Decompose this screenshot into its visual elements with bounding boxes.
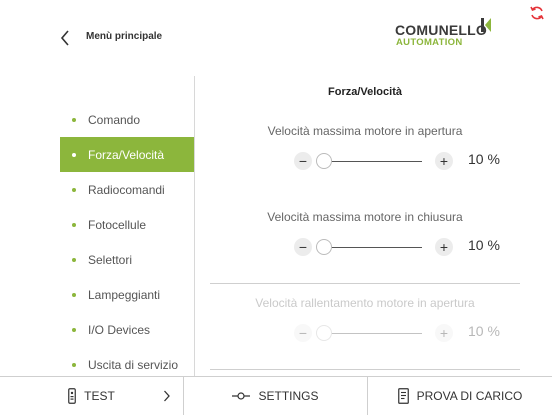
slider-track[interactable]	[324, 247, 422, 248]
slider-thumb[interactable]	[316, 239, 332, 255]
decrease-button[interactable]: −	[294, 152, 312, 170]
sidebar-item-forza-velocita[interactable]: Forza/Velocità	[60, 137, 194, 172]
logo-mark-icon	[481, 18, 491, 32]
setting-label: Velocità massima motore in chiusura	[267, 210, 463, 224]
section-divider	[210, 369, 520, 370]
test-tab[interactable]: TEST	[0, 377, 184, 415]
sidebar-item-label: Radiocomandi	[88, 182, 165, 197]
setting-value: 10 %	[468, 151, 500, 167]
sidebar-item-fotocellule[interactable]: Fotocellule	[60, 207, 194, 242]
remote-control-icon	[68, 388, 77, 404]
load-test-label: PROVA DI CARICO	[416, 389, 523, 403]
increase-button[interactable]: +	[435, 238, 453, 256]
test-label: TEST	[84, 389, 115, 403]
logo-sub: AUTOMATION	[396, 37, 463, 48]
sidebar-item-label: Lampeggianti	[88, 287, 161, 302]
decrease-button[interactable]: −	[294, 324, 312, 342]
sidebar-item-selettori[interactable]: Selettori	[60, 242, 194, 277]
sidebar-item-lampeggianti[interactable]: Lampeggianti	[60, 277, 194, 312]
setting-value: 10 %	[468, 237, 500, 253]
slider-track[interactable]	[324, 161, 422, 162]
setting-max-speed-closing: Velocità massima motore in chiusura − + …	[210, 210, 520, 256]
speed-slider-control: − + 10 %	[210, 236, 520, 260]
bullet-icon	[72, 187, 76, 192]
logo-word: COMUNELLO	[395, 22, 488, 38]
chevron-right-icon	[163, 389, 171, 406]
bullet-icon	[72, 152, 76, 157]
bullet-icon	[72, 327, 76, 332]
sidebar-item-label: Selettori	[88, 252, 133, 267]
settings-label: SETTINGS	[258, 389, 319, 403]
back-title[interactable]: Menù principale	[86, 31, 162, 42]
bullet-icon	[72, 117, 76, 122]
slider-track[interactable]	[324, 333, 422, 334]
sidebar-divider	[194, 76, 195, 376]
settings-tab[interactable]: SETTINGS	[184, 377, 368, 415]
speed-slider-control: − + 10 %	[210, 322, 520, 346]
back-chevron-icon[interactable]	[56, 28, 76, 48]
sidebar-item-label: Forza/Velocità	[88, 147, 165, 162]
setting-slowdown-speed-opening: Velocità rallentamento motore in apertur…	[210, 296, 520, 342]
decrease-button[interactable]: −	[294, 238, 312, 256]
setting-value: 10 %	[468, 323, 500, 339]
bullet-icon	[72, 257, 76, 262]
setting-max-speed-opening: Velocità massima motore in apertura − + …	[210, 124, 520, 170]
sidebar-item-label: Uscita di servizio	[88, 357, 179, 372]
sidebar-item-label: Comando	[88, 112, 141, 127]
bullet-icon	[72, 292, 76, 297]
load-test-tab[interactable]: PROVA DI CARICO	[368, 377, 552, 415]
sidebar-item-radiocomandi[interactable]: Radiocomandi	[60, 172, 194, 207]
sync-icon[interactable]	[529, 5, 545, 21]
slider-thumb[interactable]	[316, 153, 332, 169]
setting-label: Velocità massima motore in apertura	[267, 124, 463, 138]
increase-button[interactable]: +	[435, 324, 453, 342]
slider-thumb[interactable]	[316, 325, 332, 341]
increase-button[interactable]: +	[435, 152, 453, 170]
bullet-icon	[72, 362, 76, 367]
bullet-icon	[72, 222, 76, 227]
sidebar-item-comando[interactable]: Comando	[60, 102, 194, 137]
speed-slider-control: − + 10 %	[210, 150, 520, 174]
bottom-toolbar: TEST SETTINGS PROVA DI CARICO	[0, 376, 552, 415]
sidebar-item-label: Fotocellule	[88, 217, 147, 232]
sidebar-item-label: I/O Devices	[88, 322, 151, 337]
setting-label: Velocità rallentamento motore in apertur…	[255, 296, 475, 310]
panel-title: Forza/Velocità	[328, 86, 402, 98]
sidebar-item-io-devices[interactable]: I/O Devices	[60, 312, 194, 347]
document-icon	[397, 388, 409, 404]
section-divider	[210, 283, 520, 284]
slider-settings-icon	[232, 391, 251, 401]
sidebar: Comando Forza/Velocità Radiocomandi Foto…	[60, 102, 194, 382]
comunello-logo: COMUNELLO AUTOMATION	[395, 18, 505, 52]
